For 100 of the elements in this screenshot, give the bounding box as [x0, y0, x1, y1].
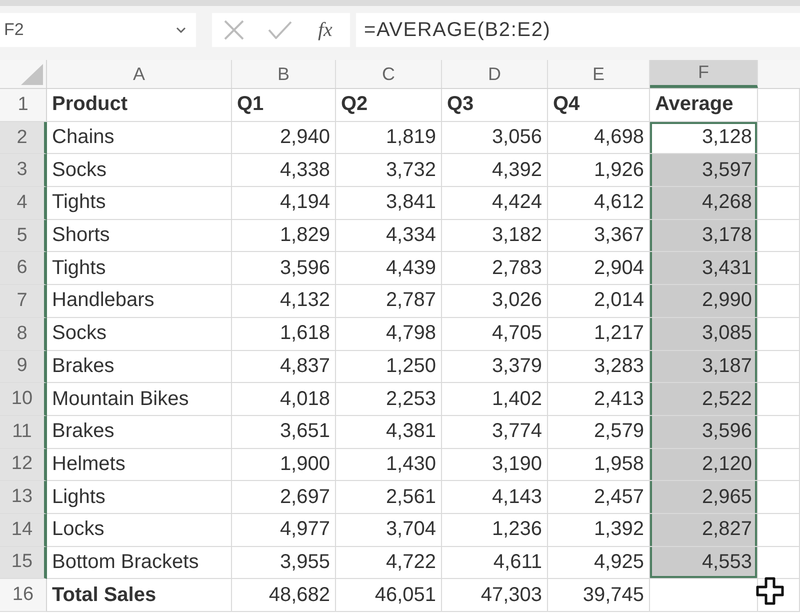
table-cell[interactable]: 4,338 — [232, 154, 336, 188]
table-cell[interactable]: 4,977 — [232, 514, 336, 547]
row-header[interactable]: 11 — [0, 416, 47, 449]
table-cell[interactable]: Total Sales — [47, 579, 232, 612]
column-header[interactable]: D — [442, 60, 548, 88]
table-cell[interactable]: 2,579 — [548, 416, 650, 449]
table-cell[interactable]: 2,783 — [442, 252, 548, 286]
table-cell[interactable]: 3,379 — [442, 350, 548, 384]
table-cell[interactable]: 2,827 — [650, 514, 758, 547]
table-cell[interactable]: Socks — [47, 154, 232, 188]
table-cell[interactable]: Shorts — [47, 220, 232, 252]
table-cell[interactable]: 4,439 — [336, 252, 442, 286]
table-cell[interactable]: 1,402 — [442, 383, 548, 416]
table-cell[interactable]: Chains — [47, 122, 232, 154]
table-cell[interactable]: Tights — [47, 187, 232, 220]
table-cell[interactable]: Q3 — [442, 89, 548, 122]
row-header[interactable]: 12 — [0, 448, 47, 482]
table-cell[interactable]: 2,787 — [336, 285, 442, 318]
formula-field[interactable]: =AVERAGE(B2:E2) — [356, 13, 800, 47]
table-cell[interactable]: Q4 — [548, 89, 650, 122]
table-cell[interactable]: 2,253 — [336, 383, 442, 416]
table-cell[interactable]: 48,682 — [232, 579, 336, 612]
table-cell[interactable]: 3,182 — [442, 220, 548, 252]
table-cell[interactable]: 4,392 — [442, 154, 548, 188]
table-cell[interactable]: 3,128 — [650, 122, 758, 154]
table-cell[interactable]: 3,955 — [232, 546, 336, 580]
column-header[interactable]: F — [650, 60, 758, 88]
table-cell[interactable]: 1,618 — [232, 318, 336, 350]
table-cell[interactable]: Locks — [47, 514, 232, 547]
table-cell[interactable]: 4,018 — [232, 383, 336, 416]
table-cell[interactable]: 4,612 — [548, 187, 650, 220]
table-cell[interactable]: 3,774 — [442, 416, 548, 449]
table-cell[interactable]: 2,990 — [650, 285, 758, 318]
table-cell[interactable]: Tights — [47, 252, 232, 286]
table-cell[interactable]: 1,819 — [336, 122, 442, 154]
insert-function-button[interactable]: fx — [316, 18, 334, 42]
table-cell[interactable]: 1,430 — [336, 448, 442, 482]
table-cell[interactable]: 3,651 — [232, 416, 336, 449]
table-cell[interactable]: 2,014 — [548, 285, 650, 318]
table-cell[interactable]: 4,611 — [442, 546, 548, 580]
table-cell[interactable]: 46,051 — [336, 579, 442, 612]
table-cell[interactable]: 3,026 — [442, 285, 548, 318]
row-header[interactable]: 3 — [0, 154, 47, 188]
table-cell[interactable]: 2,561 — [336, 481, 442, 514]
table-cell[interactable]: 1,926 — [548, 154, 650, 188]
table-cell[interactable]: 3,597 — [650, 154, 758, 188]
table-cell[interactable]: 2,413 — [548, 383, 650, 416]
table-cell[interactable]: 2,940 — [232, 122, 336, 154]
table-cell[interactable]: Mountain Bikes — [47, 383, 232, 416]
table-cell[interactable]: 3,704 — [336, 514, 442, 547]
table-cell[interactable]: Brakes — [47, 350, 232, 384]
table-cell[interactable]: Handlebars — [47, 285, 232, 318]
table-cell[interactable]: 4,837 — [232, 350, 336, 384]
table-cell[interactable]: 3,431 — [650, 252, 758, 286]
table-cell[interactable]: 4,698 — [548, 122, 650, 154]
table-cell[interactable]: 1,217 — [548, 318, 650, 350]
table-cell[interactable]: Helmets — [47, 448, 232, 482]
table-cell[interactable]: Average — [650, 89, 758, 122]
table-cell[interactable]: 4,194 — [232, 187, 336, 220]
table-cell[interactable]: Q1 — [232, 89, 336, 122]
table-cell[interactable]: 3,367 — [548, 220, 650, 252]
table-cell[interactable]: 4,722 — [336, 546, 442, 580]
row-header[interactable]: 7 — [0, 285, 47, 318]
table-cell[interactable]: 3,596 — [650, 416, 758, 449]
table-cell[interactable]: 4,925 — [548, 546, 650, 580]
table-cell[interactable]: 3,178 — [650, 220, 758, 252]
table-cell[interactable]: 2,697 — [232, 481, 336, 514]
table-cell[interactable]: 1,829 — [232, 220, 336, 252]
table-cell[interactable]: 4,424 — [442, 187, 548, 220]
column-header[interactable]: A — [47, 60, 232, 88]
table-cell[interactable]: 1,900 — [232, 448, 336, 482]
row-header[interactable]: 10 — [0, 383, 47, 416]
table-cell[interactable]: 3,732 — [336, 154, 442, 188]
row-header[interactable]: 14 — [0, 514, 47, 547]
column-header[interactable]: C — [336, 60, 442, 88]
row-header[interactable]: 8 — [0, 318, 47, 350]
table-cell[interactable]: 3,841 — [336, 187, 442, 220]
table-cell[interactable]: 3,085 — [650, 318, 758, 350]
row-header[interactable]: 2 — [0, 122, 47, 154]
table-cell[interactable]: 1,236 — [442, 514, 548, 547]
table-cell[interactable]: 3,596 — [232, 252, 336, 286]
table-cell[interactable]: 3,283 — [548, 350, 650, 384]
table-cell[interactable]: 3,187 — [650, 350, 758, 384]
table-cell[interactable]: Q2 — [336, 89, 442, 122]
row-header[interactable]: 6 — [0, 252, 47, 286]
table-cell[interactable]: 4,268 — [650, 187, 758, 220]
table-cell[interactable]: 4,143 — [442, 481, 548, 514]
table-cell[interactable]: Socks — [47, 318, 232, 350]
table-cell[interactable]: Bottom Brackets — [47, 546, 232, 580]
table-cell[interactable]: Brakes — [47, 416, 232, 449]
table-cell[interactable]: 3,190 — [442, 448, 548, 482]
table-cell[interactable]: 2,522 — [650, 383, 758, 416]
table-cell[interactable]: 39,745 — [548, 579, 650, 612]
table-cell[interactable]: 4,381 — [336, 416, 442, 449]
row-header[interactable]: 1 — [0, 89, 47, 122]
table-cell[interactable]: 3,056 — [442, 122, 548, 154]
table-cell[interactable]: 4,334 — [336, 220, 442, 252]
name-box[interactable]: F2 — [0, 13, 196, 47]
table-cell[interactable]: 2,120 — [650, 448, 758, 482]
table-cell[interactable]: 2,457 — [548, 481, 650, 514]
